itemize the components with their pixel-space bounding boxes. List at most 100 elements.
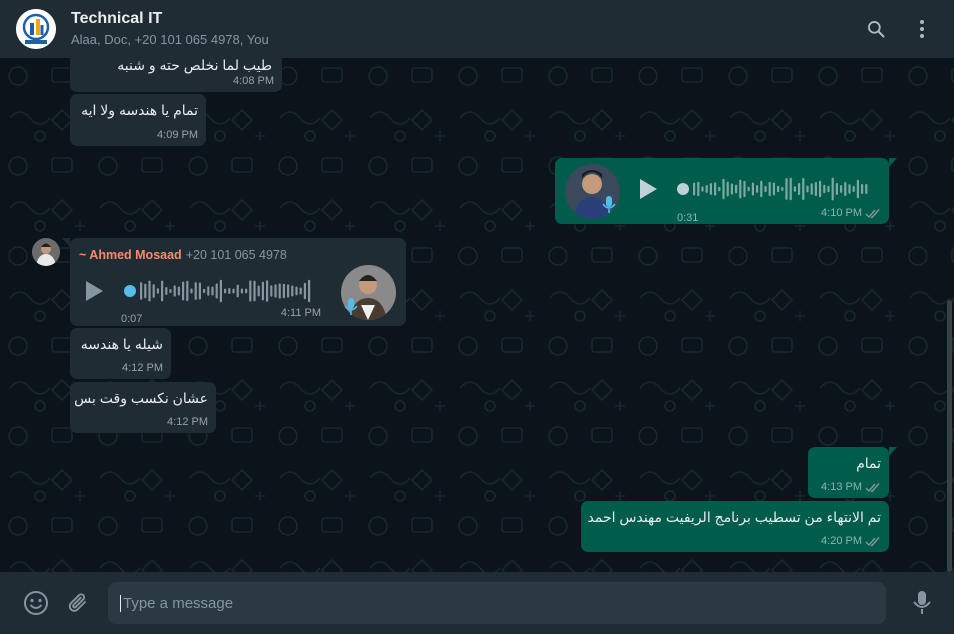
message-text: تمام يا هندسه ولا ايه (81, 102, 198, 118)
waveform-bar (705, 185, 708, 193)
waveform-bar (152, 284, 155, 298)
message-incoming[interactable]: طيب لما نخلص حته و شنبه 4:08 PM (70, 58, 282, 92)
message-text: تمام (856, 455, 881, 471)
waveform-bar (148, 280, 151, 302)
waveform-bar (266, 280, 269, 302)
search-icon[interactable] (864, 17, 888, 41)
time-text: 4:10 PM (821, 207, 862, 219)
message-time: 4:20 PM (821, 534, 881, 548)
waveform-bar (693, 182, 696, 196)
waveform-bar (793, 186, 796, 192)
voice-waveform[interactable] (124, 277, 316, 305)
voice-waveform[interactable] (677, 175, 873, 203)
waveform-bar (207, 286, 210, 296)
sender-line: ~ Ahmed Mosaad +20 101 065 4978 (79, 247, 287, 263)
waveform-bar (823, 184, 826, 194)
voice-message-incoming[interactable]: ~ Ahmed Mosaad +20 101 065 4978 0:07 4:11… (62, 238, 406, 326)
waveform-bar (726, 181, 729, 197)
read-receipt-icon (865, 536, 880, 546)
waveform-bar (701, 186, 704, 192)
message-list[interactable]: طيب لما نخلص حته و شنبه 4:08 PM تمام يا … (0, 58, 954, 572)
waveform-bar (697, 181, 700, 197)
waveform-bar (739, 179, 742, 199)
waveform-bar (798, 183, 801, 195)
group-avatar[interactable] (16, 9, 56, 49)
waveform-bar (861, 183, 864, 195)
waveform-bar (865, 183, 868, 195)
message-outgoing[interactable]: تم الانتهاء من تسطيب برنامج الريفيت مهند… (581, 501, 889, 552)
waveform-bar (198, 282, 201, 300)
chat-scrollbar[interactable] (947, 300, 952, 572)
sender-phone: +20 101 065 4978 (185, 248, 287, 262)
waveform-bar (785, 178, 788, 200)
waveform-bar (169, 288, 172, 294)
chat-info[interactable]: Technical IT Alaa, Doc, +20 101 065 4978… (71, 9, 864, 49)
waveform-bar (224, 288, 227, 294)
message-incoming[interactable]: شيله يا هندسه 4:12 PM (70, 328, 171, 379)
menu-icon[interactable] (910, 17, 934, 41)
waveform-bar (295, 286, 298, 296)
mic-icon[interactable] (906, 587, 938, 619)
waveform-bar (274, 284, 277, 298)
bubble-tail (889, 158, 897, 167)
message-text: عشان نكسب وقت بس (74, 390, 208, 406)
waveform-bar (173, 285, 176, 297)
waveform-bar (270, 285, 273, 297)
waveform-bar (852, 185, 855, 193)
waveform-bar (177, 286, 180, 296)
waveform-bar (257, 285, 260, 297)
voice-duration: 0:31 (677, 212, 699, 224)
voice-duration: 0:07 (121, 313, 143, 325)
sender-name[interactable]: ~ Ahmed Mosaad (79, 248, 182, 262)
emoji-icon[interactable] (20, 587, 52, 619)
play-button[interactable] (637, 177, 661, 201)
message-text: طيب لما نخلص حته و شنبه (117, 58, 272, 73)
chat-header[interactable]: Technical IT Alaa, Doc, +20 101 065 4978… (0, 0, 954, 58)
message-outgoing[interactable]: تمام 4:13 PM (808, 447, 897, 498)
waveform-bar (287, 284, 290, 298)
message-input-wrapper[interactable] (108, 582, 886, 624)
playhead-dot (124, 285, 136, 297)
chat-title: Technical IT (71, 10, 163, 27)
message-time: 4:10 PM (821, 206, 881, 220)
waveform-bar (236, 284, 239, 298)
waveform-bar (182, 281, 185, 301)
message-incoming[interactable]: عشان نكسب وقت بس 4:12 PM (70, 382, 216, 433)
play-button[interactable] (83, 279, 107, 303)
message-time: 4:12 PM (122, 362, 163, 374)
waveform-bar (756, 185, 759, 193)
waveform-bar (165, 286, 168, 296)
voice-message-outgoing[interactable]: 0:31 4:10 PM (555, 158, 897, 224)
mic-icon (602, 196, 616, 214)
waveform-bar (751, 182, 754, 196)
waveform-bar (827, 185, 830, 193)
waveform-bar (856, 179, 859, 199)
attach-icon[interactable] (62, 587, 94, 619)
waveform-bar (768, 181, 771, 197)
waveform-bar (282, 283, 285, 299)
message-time: 4:13 PM (821, 480, 881, 494)
read-receipt-icon (865, 208, 880, 218)
waveform-bar (714, 182, 717, 196)
bubble-tail (62, 238, 70, 247)
message-text: شيله يا هندسه (80, 336, 163, 352)
sender-small-avatar[interactable] (32, 238, 60, 266)
waveform-bar (308, 279, 311, 303)
message-time: 4:12 PM (167, 416, 208, 428)
waveform-bar (190, 288, 193, 294)
read-receipt-icon (865, 482, 880, 492)
waveform-bar (814, 181, 817, 197)
time-text: 4:20 PM (821, 535, 862, 547)
message-input[interactable] (120, 594, 874, 612)
waveform-bar (144, 283, 147, 299)
mic-icon (344, 298, 358, 316)
message-incoming[interactable]: تمام يا هندسه ولا ايه 4:09 PM (70, 94, 206, 146)
waveform-bar (211, 286, 214, 296)
waveform-bar (219, 279, 222, 303)
waveform-bar (760, 180, 763, 198)
waveform-bar (194, 282, 197, 300)
waveform-bar (743, 180, 746, 198)
waveform-bar (777, 185, 780, 193)
waveform-bar (161, 280, 164, 302)
waveform-bar (249, 280, 252, 302)
